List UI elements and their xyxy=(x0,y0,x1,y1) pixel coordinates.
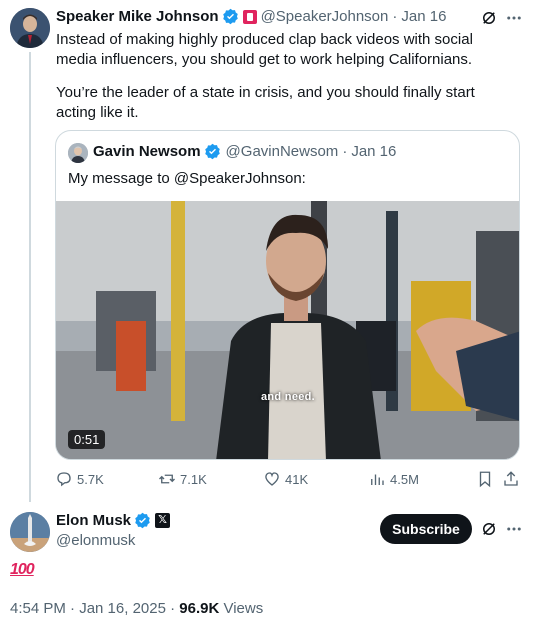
tweet-meta: 4:54 PM · Jan 16, 2025 · 96.9K Views xyxy=(10,600,263,617)
avatar-elon-musk[interactable] xyxy=(10,512,50,552)
separator-dot: · xyxy=(342,143,348,160)
author-handle[interactable]: @elonmusk xyxy=(56,532,135,549)
more-options-icon[interactable] xyxy=(505,9,523,27)
quote-author-handle[interactable]: @GavinNewsom xyxy=(226,143,339,160)
views-count: 4.5M xyxy=(390,471,419,487)
repost-icon xyxy=(159,474,175,484)
like-button[interactable]: 41K xyxy=(263,470,308,488)
tweet-views-label: Views xyxy=(219,600,264,617)
verified-badge-icon xyxy=(135,512,150,529)
views-button[interactable]: 4.5M xyxy=(368,470,419,488)
verified-badge-icon xyxy=(204,143,220,160)
subscribe-button[interactable]: Subscribe xyxy=(380,514,472,544)
video-frame-warehouse xyxy=(56,201,519,459)
tweet-date[interactable]: Jan 16 xyxy=(401,8,446,25)
hundred-points-emoji: 100 xyxy=(10,561,35,578)
video-player[interactable]: and need. 0:51 xyxy=(56,201,519,459)
reply-button[interactable]: 5.7K xyxy=(55,470,104,488)
author-handle[interactable]: @SpeakerJohnson xyxy=(261,8,389,25)
bookmark-icon[interactable] xyxy=(476,470,494,488)
heart-icon xyxy=(265,472,279,486)
author-name[interactable]: Speaker Mike Johnson xyxy=(56,8,219,25)
action-bar: 5.7K 7.1K 41K 4.5M xyxy=(55,470,520,494)
main-tweet-header: Elon Musk 𝕏 xyxy=(56,512,171,529)
quote-date[interactable]: Jan 16 xyxy=(351,143,396,160)
quote-author-name[interactable]: Gavin Newsom xyxy=(93,143,201,160)
grok-icon[interactable] xyxy=(480,520,498,538)
repost-button[interactable]: 7.1K xyxy=(158,470,207,488)
share-icon[interactable] xyxy=(502,470,520,488)
thread-line xyxy=(29,52,31,502)
x-affiliation-icon: 𝕏 xyxy=(155,513,171,528)
tweet-timestamp[interactable]: 4:54 PM · Jan 16, 2025 · xyxy=(10,600,179,617)
grok-icon[interactable] xyxy=(480,9,498,27)
author-name[interactable]: Elon Musk xyxy=(56,512,131,529)
like-count: 41K xyxy=(285,471,309,487)
quote-header: Gavin Newsom @GavinNewsom · Jan 16 xyxy=(93,143,396,160)
verified-badge-icon xyxy=(222,8,238,25)
quote-text: My message to @SpeakerJohnson: xyxy=(68,170,306,187)
analytics-icon xyxy=(371,474,384,485)
quoted-tweet-header: Speaker Mike Johnson @SpeakerJohnson · J… xyxy=(56,8,446,25)
avatar-speaker-johnson[interactable] xyxy=(10,8,50,48)
tweet-text-paragraph-1: Instead of making highly produced clap b… xyxy=(56,31,473,68)
reply-count: 5.7K xyxy=(77,471,104,487)
reply-icon xyxy=(57,472,71,487)
repost-count: 7.1K xyxy=(180,471,207,487)
avatar-gavin-newsom[interactable] xyxy=(68,143,88,163)
video-duration: 0:51 xyxy=(68,430,106,449)
government-affiliation-icon xyxy=(242,9,257,24)
more-options-icon[interactable] xyxy=(505,520,523,538)
handle-row: @elonmusk xyxy=(56,532,135,549)
tweet-views-count: 96.9K xyxy=(179,600,220,617)
tweet-text-paragraph-2: You’re the leader of a state in crisis, … xyxy=(56,84,475,121)
quote-card[interactable]: Gavin Newsom @GavinNewsom · Jan 16 My me… xyxy=(55,130,520,460)
video-caption: and need. xyxy=(261,391,316,403)
separator-dot: · xyxy=(392,8,398,25)
